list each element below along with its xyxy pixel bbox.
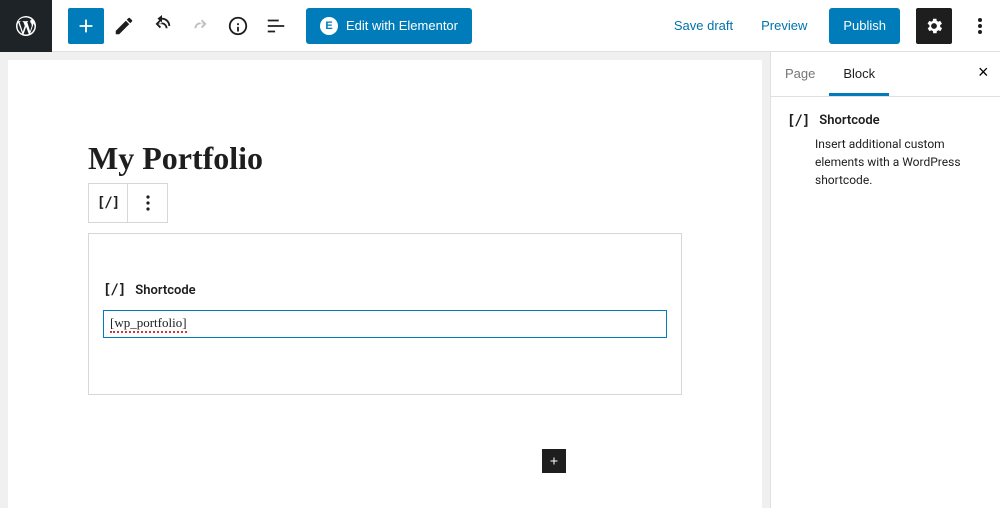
add-block-button[interactable]: [68, 8, 104, 44]
block-type-icon[interactable]: [/]: [88, 183, 128, 223]
redo-icon[interactable]: [182, 8, 218, 44]
elementor-icon: E: [320, 17, 338, 35]
settings-sidebar: Page Block × [/] Shortcode Insert additi…: [770, 52, 1000, 508]
tab-block[interactable]: Block: [829, 52, 889, 96]
wordpress-logo[interactable]: [0, 0, 52, 52]
page-title[interactable]: My Portfolio: [88, 140, 682, 177]
shortcode-input[interactable]: [wp_portfolio]: [103, 310, 667, 338]
block-more-button[interactable]: [128, 183, 168, 223]
sidebar-tabs: Page Block ×: [771, 52, 1000, 97]
editor-canvas-scroll[interactable]: My Portfolio [/] [/] Shortcode [wp_portf…: [0, 52, 770, 508]
save-draft-button[interactable]: Save draft: [668, 17, 739, 34]
close-sidebar-button[interactable]: ×: [972, 62, 992, 82]
edit-icon[interactable]: [106, 8, 142, 44]
more-options-button[interactable]: [968, 8, 992, 44]
undo-icon[interactable]: [144, 8, 180, 44]
block-panel: [/] Shortcode Insert additional custom e…: [771, 97, 1000, 205]
edit-with-elementor-label: Edit with Elementor: [346, 18, 458, 33]
block-toolbar: [/]: [88, 183, 682, 223]
edit-with-elementor-button[interactable]: E Edit with Elementor: [306, 8, 472, 44]
block-panel-description: Insert additional custom elements with a…: [815, 135, 984, 189]
shortcode-icon: [/]: [103, 282, 125, 298]
settings-button[interactable]: [916, 8, 952, 44]
preview-button[interactable]: Preview: [755, 17, 813, 34]
block-panel-title: Shortcode: [819, 113, 879, 128]
shortcode-block-label: Shortcode: [135, 283, 195, 298]
publish-button[interactable]: Publish: [829, 8, 900, 44]
shortcode-block: [/] Shortcode [wp_portfolio]: [88, 233, 682, 395]
outline-icon[interactable]: [258, 8, 294, 44]
info-icon[interactable]: [220, 8, 256, 44]
shortcode-icon: [/]: [97, 195, 119, 211]
toolbar-left-group: E Edit with Elementor: [52, 8, 480, 44]
tab-page[interactable]: Page: [771, 52, 829, 96]
shortcode-icon: [/]: [787, 113, 809, 129]
shortcode-value: [wp_portfolio]: [110, 315, 187, 333]
editor-canvas: My Portfolio [/] [/] Shortcode [wp_portf…: [8, 60, 762, 508]
top-toolbar: E Edit with Elementor Save draft Preview…: [0, 0, 1000, 52]
toolbar-right-group: Save draft Preview Publish: [668, 8, 1000, 44]
add-block-inline-button[interactable]: [542, 449, 566, 473]
